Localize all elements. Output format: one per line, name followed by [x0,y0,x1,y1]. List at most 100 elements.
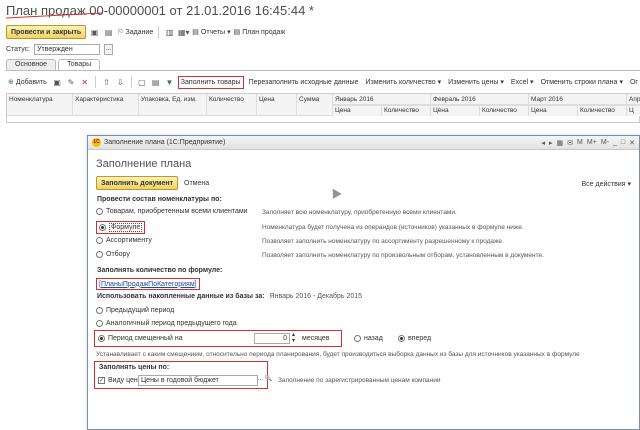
more-button[interactable]: Ог [628,76,640,89]
mail-icon[interactable]: ✉ [567,139,573,147]
minimize-icon[interactable]: _ [613,139,617,147]
option-assortment[interactable]: Ассортименту [96,237,152,244]
price-type-input[interactable]: Цены в годовой бюджет [138,375,258,386]
option-formula[interactable]: Формуле [96,221,146,234]
sub-column-header[interactable]: Количество [480,105,529,116]
cancel-button[interactable]: Отмена [184,180,209,187]
shift-stepper[interactable]: ▴ ▾ [292,332,295,344]
option-description: Заполняет всю номенклатуру, приобретенну… [262,209,457,216]
radio-icon[interactable] [98,335,105,342]
excel-button[interactable]: Excel ▾ [509,76,536,89]
filter-icon[interactable]: ▼ [164,77,175,88]
section-accumulated-label: Использовать накопленные данные из базы … [97,293,265,300]
radio-icon[interactable] [96,237,103,244]
price-type-checkbox[interactable]: ✓ Виду цен [98,377,138,384]
add-row-button[interactable]: ⊕ Добавить [6,76,49,89]
column-header[interactable]: Количество [207,94,257,116]
calculator-icon[interactable]: ▦ [557,139,564,147]
reports-button[interactable]: ▤ Отчеты ▾ [192,28,230,37]
radio-icon[interactable] [96,251,103,258]
shift-months-input[interactable]: 0 [254,333,290,344]
sub-column-header[interactable]: Количество [382,105,431,116]
task-button[interactable]: ⚐ Задание [117,28,153,37]
option-label: Аналогичный период предыдущего года [106,320,237,327]
refill-source-button[interactable]: Перезаполнить исходные данные [247,76,361,89]
copy-row-icon[interactable]: ▣ [52,77,63,88]
sub-column-header[interactable]: Количество [578,105,627,116]
sub-column-header[interactable]: Цена [431,105,480,116]
option-description: Номенклатура будет получена из операндов… [262,224,524,231]
1c-logo-icon: 1С [92,138,101,147]
radio-icon[interactable] [96,307,103,314]
tabs-divider [6,70,640,71]
separator [130,76,132,88]
price-type-select-icon[interactable]: ... 🔍 [258,375,272,382]
column-header[interactable]: Февраль 2016 [431,94,529,105]
formula-link[interactable]: [ПланыПродажПоКатегориям] [99,281,197,288]
tab-main[interactable]: Основное [6,59,57,70]
move-up-icon[interactable]: ⇧ [101,77,112,88]
all-actions-menu[interactable]: Все действия ▾ [582,180,632,188]
option-label: Товарам, приобретенным всеми клиентами [106,208,248,215]
post-close-button[interactable]: Провести и закрыть [6,25,87,39]
add-icon: ⊕ [8,79,14,86]
select-icon[interactable]: ▢ [137,77,148,88]
option-shifted-period[interactable]: Период смещенный на [98,335,183,342]
change-prices-button[interactable]: Изменить цены ▾ [446,76,506,89]
radio-icon[interactable] [99,224,106,231]
option-forward[interactable]: вперед [398,335,431,342]
option-previous-period[interactable]: Предыдущий период [96,307,174,314]
nav-back-icon[interactable]: ◂ [542,139,546,147]
option-all-clients[interactable]: Товарам, приобретенным всеми клиентами [96,208,248,215]
move-down-icon[interactable]: ⇩ [115,77,126,88]
sub-column-header[interactable]: Ц [627,105,640,116]
create-based-icon[interactable]: ▦▾ [178,27,190,38]
fill-icon[interactable]: ▤ [150,77,161,88]
prices-description: Заполнение по зарегистрированным ценам к… [278,377,441,384]
memory-minus-icon[interactable]: M- [601,139,609,147]
radio-icon[interactable] [96,320,103,327]
memory-plus-icon[interactable]: M+ [587,139,597,147]
fill-goods-button[interactable]: Заполнить товары [177,75,244,89]
radio-icon[interactable] [398,335,405,342]
column-header[interactable]: Упаковка, Ед. изм. [139,94,207,116]
fill-document-button[interactable]: Заполнить документ [96,176,179,190]
goods-grid[interactable]: Номенклатура Характеристика Упаковка, Ед… [6,93,640,123]
column-header[interactable]: Сумма [297,94,333,116]
option-filter[interactable]: Отбору [96,251,130,258]
nav-forward-icon[interactable]: ▸ [549,139,553,147]
option-back[interactable]: назад [354,335,383,342]
radio-icon[interactable] [354,335,361,342]
post-icon[interactable]: ▤ [103,27,114,38]
shift-note: Устанавливает с каким смещением, относит… [96,351,580,358]
formula-box: [ПланыПродажПоКатегориям] [96,278,200,290]
column-header[interactable]: Январь 2016 [333,94,431,105]
column-header[interactable]: Март 2016 [529,94,627,105]
cancel-plan-rows-button[interactable]: Отменить строки плана ▾ [539,76,625,89]
sub-column-header[interactable]: Цена [529,105,578,116]
save-icon[interactable]: ▣ [89,27,100,38]
radio-icon[interactable] [96,208,103,215]
close-icon[interactable]: ✕ [629,139,635,147]
status-select-button[interactable]: ... [104,44,114,55]
separator [95,76,97,88]
option-label: вперед [408,335,432,342]
maximize-icon[interactable]: □ [621,139,625,147]
column-header[interactable]: Характеристика [73,94,139,116]
add-label: Добавить [15,78,47,86]
column-header[interactable]: Номенклатура [7,94,73,116]
column-header[interactable]: Цена [257,94,297,116]
edit-row-icon[interactable]: ✎ [66,77,77,88]
print-icon[interactable]: ▥ [164,27,175,38]
tab-goods[interactable]: Товары [58,59,101,70]
memory-icon[interactable]: M [577,139,583,147]
column-header[interactable]: Апр [627,94,640,105]
sales-plan-button[interactable]: ▤ План продаж [234,28,286,37]
delete-row-icon[interactable]: ✕ [79,77,90,88]
document-title: План продаж 00-00000001 от 21.01.2016 16… [6,3,314,19]
option-analog-period[interactable]: Аналогичный период предыдущего года [96,320,237,327]
status-input[interactable]: Утвержден [34,44,101,55]
sub-column-header[interactable]: Цена [333,105,382,116]
checkbox-icon[interactable]: ✓ [98,377,105,384]
change-quantity-button[interactable]: Изменить количество ▾ [363,76,443,89]
